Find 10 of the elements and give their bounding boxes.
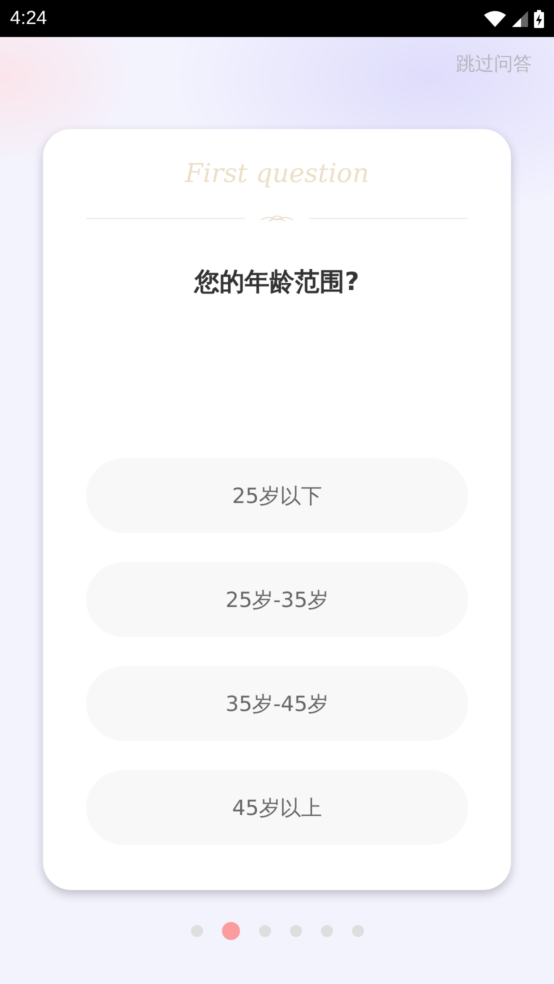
answer-option[interactable]: 35岁-45岁 <box>86 666 468 741</box>
question-text: 您的年龄范围? <box>194 266 360 298</box>
signal-icon <box>512 10 528 26</box>
status-time: 4:24 <box>10 8 47 30</box>
answer-option[interactable]: 25岁以下 <box>86 458 468 533</box>
answer-option[interactable]: 45岁以上 <box>86 770 468 845</box>
ornament-icon <box>259 213 295 223</box>
answer-option[interactable]: 25岁-35岁 <box>86 562 468 637</box>
wifi-icon <box>484 10 506 26</box>
battery-icon <box>534 10 544 28</box>
